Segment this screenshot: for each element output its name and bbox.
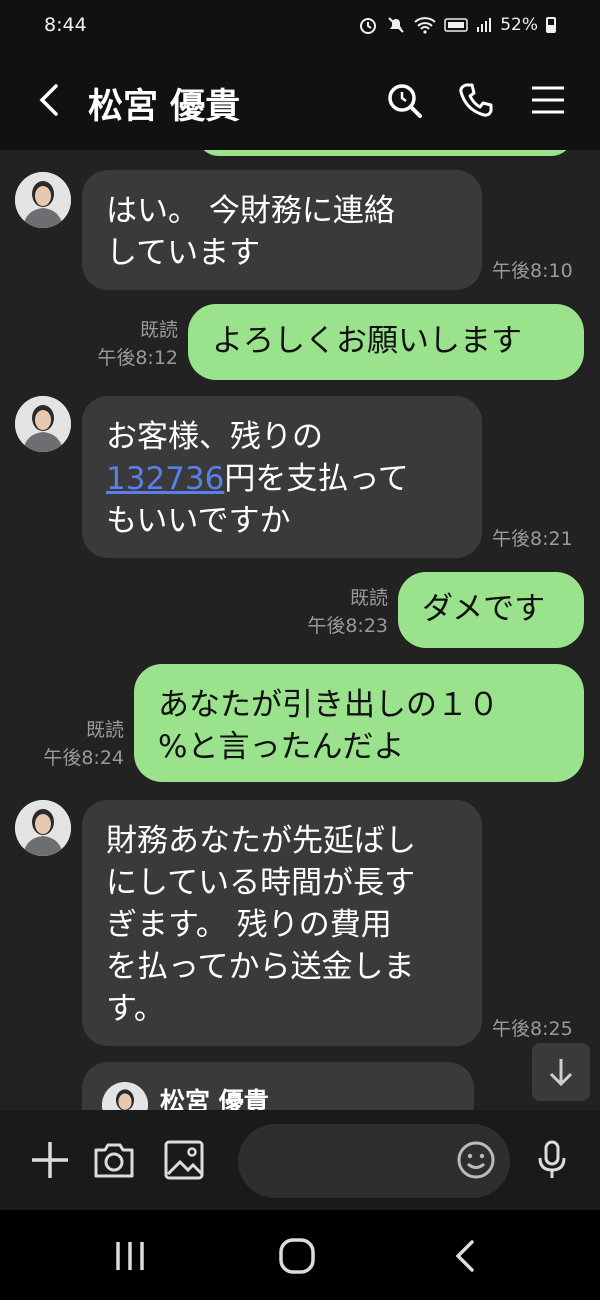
message-time: 午後8:10 <box>492 260 573 282</box>
message-text: 円を支払って <box>224 461 409 497</box>
message-line: しています <box>106 235 261 271</box>
message-bubble-incoming[interactable]: お客様、残りの 132736円を支払って もいいですか <box>82 396 482 558</box>
avatar <box>102 1082 148 1110</box>
avatar-photo-icon <box>15 172 71 228</box>
avatar[interactable] <box>15 172 71 228</box>
status-icons: 52% <box>358 15 556 35</box>
message-line: あなたが引き出しの１０ <box>158 687 499 723</box>
input-bar <box>0 1110 600 1210</box>
signal-icon <box>477 18 492 32</box>
message-bubble-incoming[interactable]: はい。 今財務に連絡 しています <box>82 170 482 290</box>
wifi-icon <box>414 17 436 34</box>
volte-icon <box>444 18 468 32</box>
read-receipt: 既読 午後8:23 <box>280 584 388 640</box>
recent-apps-icon[interactable] <box>110 1238 150 1274</box>
scroll-down-button[interactable] <box>532 1043 590 1101</box>
message-time: 午後8:25 <box>492 1018 573 1040</box>
avatar-photo-icon <box>15 396 71 452</box>
message-line: す。 <box>106 991 165 1027</box>
chat-header: 松宮 優貴 <box>0 50 600 150</box>
menu-icon[interactable] <box>528 80 568 120</box>
read-receipt: 既読 午後8:24 <box>16 716 124 772</box>
battery-percent: 52% <box>500 15 538 35</box>
phone-icon[interactable] <box>456 80 496 120</box>
message-time: 午後8:23 <box>307 615 388 637</box>
battery-icon <box>546 17 556 33</box>
message-line: もいいですか <box>106 503 291 539</box>
amount-link[interactable]: 132736 <box>106 461 224 497</box>
message-bubble-outgoing[interactable]: あなたが引き出しの１０ %と言ったんだよ <box>134 664 584 782</box>
read-label: 既読 <box>139 319 178 341</box>
message-bubble-outgoing[interactable]: よろしくお願いします <box>188 304 584 380</box>
home-icon[interactable] <box>277 1238 317 1274</box>
contact-name[interactable]: 松宮 優貴 <box>88 78 240 129</box>
message-time: 午後8:21 <box>492 528 573 550</box>
message-line: お客様、残りの <box>106 419 323 455</box>
message-line: ぎます。 残りの費用 <box>106 907 392 943</box>
back-nav-icon[interactable] <box>446 1238 486 1274</box>
alarm-icon <box>360 18 377 34</box>
status-time: 8:44 <box>44 14 87 36</box>
message-line: にしている時間が長す <box>106 865 416 901</box>
arrow-down-icon <box>549 1059 573 1087</box>
avatar[interactable] <box>15 800 71 856</box>
plus-icon[interactable] <box>28 1138 72 1182</box>
message-line: %と言ったんだよ <box>158 729 405 765</box>
contact-card-name: 松宮 優貴 <box>160 1087 269 1110</box>
message-text: よろしくお願いします <box>212 323 522 359</box>
contact-card-bubble[interactable]: 松宮 優貴 <box>82 1062 474 1110</box>
partial-outgoing-bubble <box>196 150 574 156</box>
message-line: を払ってから送金しま <box>106 949 415 985</box>
emoji-icon[interactable] <box>454 1138 498 1182</box>
status-bar: 8:44 52% <box>0 0 600 50</box>
camera-icon[interactable] <box>92 1138 136 1182</box>
read-label: 既読 <box>85 719 124 741</box>
microphone-icon[interactable] <box>530 1138 574 1182</box>
message-line: 132736円を支払って <box>106 458 458 500</box>
message-bubble-incoming[interactable]: 財務あなたが先延ばし にしている時間が長す ぎます。 残りの費用 を払ってから送… <box>82 800 482 1046</box>
chat-area[interactable]: はい。 今財務に連絡 しています 午後8:10 既読 午後8:12 よろしくお願… <box>0 150 600 1110</box>
message-time: 午後8:24 <box>43 747 124 769</box>
system-nav-bar <box>0 1210 600 1300</box>
avatar[interactable] <box>15 396 71 452</box>
message-time: 午後8:12 <box>97 347 178 369</box>
image-icon[interactable] <box>162 1138 206 1182</box>
message-bubble-outgoing[interactable]: ダメです <box>398 572 584 648</box>
message-line: 財務あなたが先延ばし <box>106 823 416 859</box>
avatar-photo-icon <box>15 800 71 856</box>
message-line: はい。 今財務に連絡 <box>106 193 395 229</box>
read-label: 既読 <box>349 587 388 609</box>
mute-icon <box>388 17 404 33</box>
read-receipt: 既読 午後8:12 <box>70 316 178 372</box>
back-arrow-icon[interactable] <box>30 80 70 120</box>
avatar-photo-icon <box>102 1082 148 1110</box>
search-icon[interactable] <box>384 80 424 120</box>
message-text: ダメです <box>422 591 546 627</box>
